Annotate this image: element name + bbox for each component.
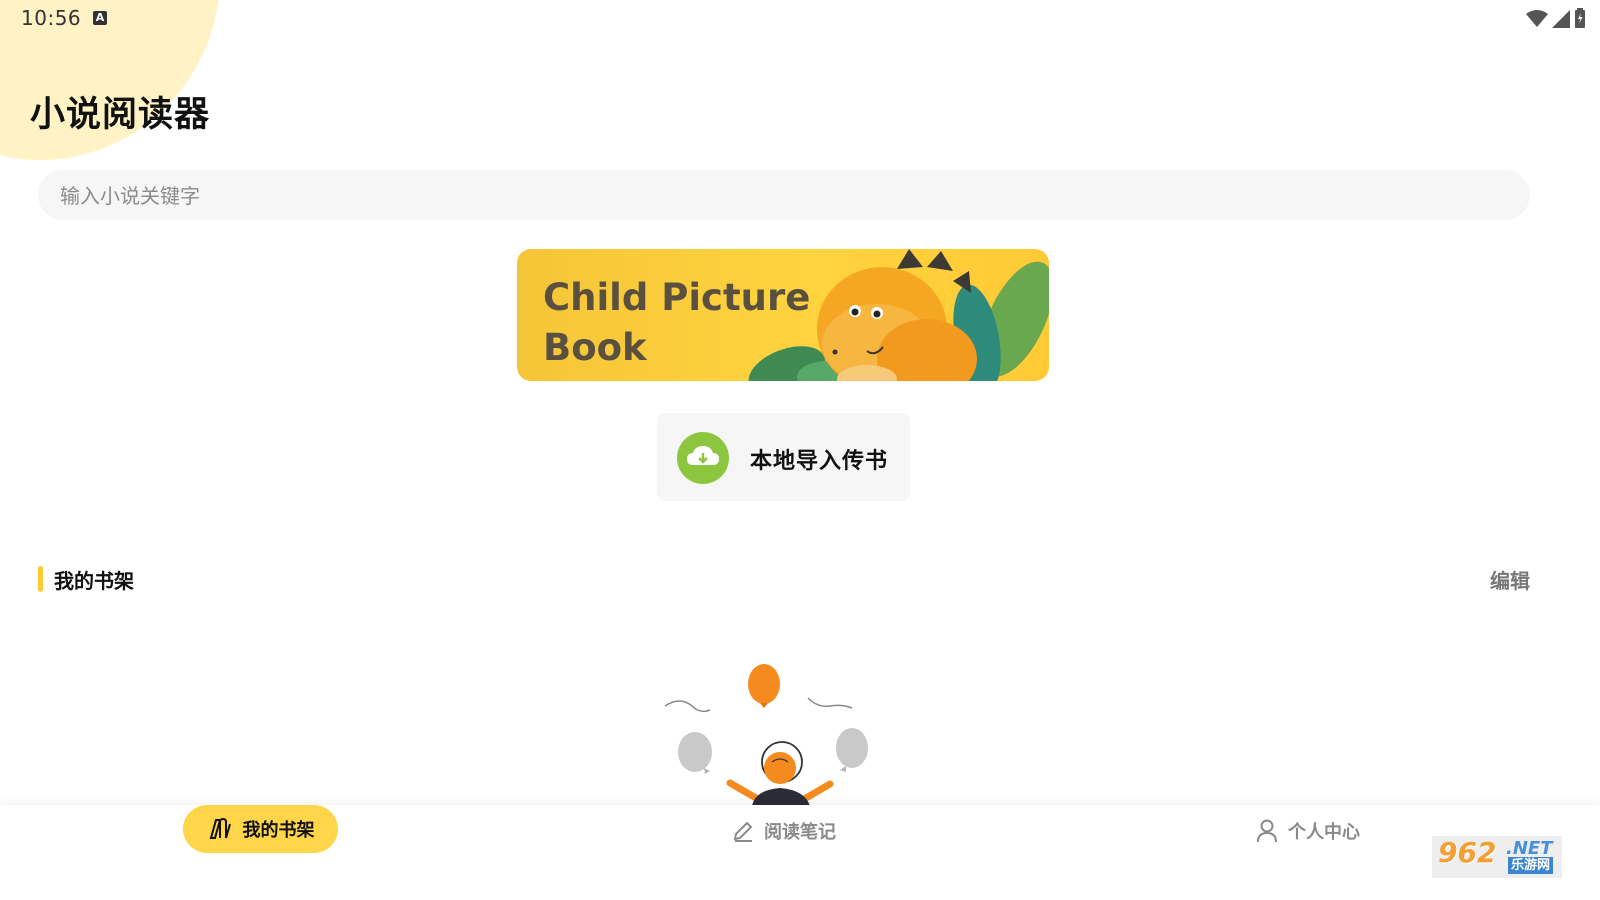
bookshelf-title: 我的书架 — [54, 569, 134, 593]
wifi-icon — [1526, 10, 1548, 27]
watermark-main: 962 — [1438, 836, 1497, 869]
status-bar: 10:56 A — [0, 0, 1600, 38]
app-screen: 10:56 A 小说阅读器 Child Picture Book — [0, 0, 1600, 900]
section-marker — [38, 566, 43, 592]
empty-bookshelf-illustration — [664, 664, 868, 806]
app-title: 小说阅读器 — [30, 95, 211, 135]
import-label: 本地导入传书 — [750, 449, 889, 474]
person-icon — [1257, 819, 1277, 843]
dinosaur-illustration — [748, 249, 1049, 381]
import-local-book-button[interactable]: 本地导入传书 — [657, 413, 910, 501]
edit-button[interactable]: 编辑 — [1490, 565, 1530, 594]
nav-profile-label: 个人中心 — [1288, 822, 1360, 843]
nav-profile[interactable]: 个人中心 — [1256, 813, 1360, 849]
nav-reading-notes-label: 阅读笔记 — [764, 822, 836, 843]
nav-bookshelf-label: 我的书架 — [242, 820, 315, 841]
watermark-logo: 962 .NET 乐游网 — [1432, 836, 1562, 878]
nav-reading-notes[interactable]: 阅读笔记 — [732, 813, 836, 849]
cloud-download-icon — [677, 432, 729, 484]
search-input[interactable] — [58, 170, 1502, 222]
status-time: 10:56 — [21, 6, 82, 30]
status-indicators — [1526, 8, 1586, 28]
pencil-icon — [733, 821, 753, 842]
nav-bookshelf[interactable]: 我的书架 — [183, 805, 338, 853]
a-icon: A — [93, 11, 107, 25]
signal-icon — [1552, 10, 1570, 28]
search-bar[interactable] — [38, 170, 1530, 222]
banner[interactable]: Child Picture Book — [517, 249, 1049, 381]
watermark-sub: 乐游网 — [1508, 857, 1554, 874]
bottom-nav: 我的书架 阅读笔记 个人中心 — [0, 805, 1600, 900]
bookshelf-icon — [209, 817, 231, 839]
watermark-suffix: .NET — [1506, 838, 1553, 859]
battery-icon — [1575, 8, 1585, 28]
